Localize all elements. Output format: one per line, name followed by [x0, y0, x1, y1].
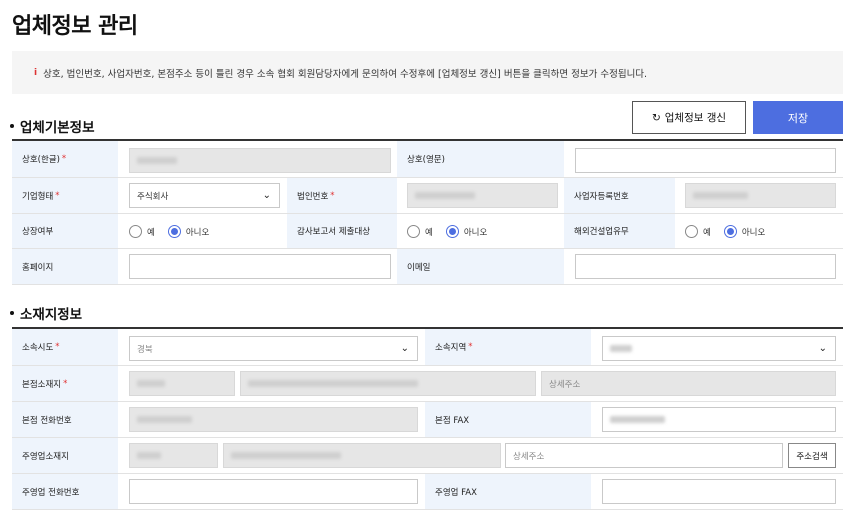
label-biz-no: 사업자등록번호 — [564, 178, 675, 213]
radio-yes[interactable] — [685, 225, 698, 238]
save-button[interactable]: 저장 — [753, 101, 843, 134]
label-email: 이메일 — [397, 249, 564, 284]
table-row: 홈페이지 이메일 — [12, 249, 843, 285]
hq-zipcode-field — [129, 371, 235, 396]
info-icon: i — [34, 67, 38, 78]
audit-radio-group: 예 아니오 — [407, 225, 500, 238]
bullet-icon — [10, 311, 14, 315]
page-title: 업체정보 관리 — [12, 14, 138, 39]
label-company-type: 기업형태 * — [12, 178, 118, 213]
main-zipcode-field — [129, 443, 218, 468]
redacted-value — [231, 452, 341, 459]
section-title-location-text: 소재지정보 — [20, 307, 83, 323]
required-mark: * — [330, 190, 335, 201]
required-mark: * — [55, 190, 60, 201]
listed-no-option[interactable]: 아니오 — [167, 225, 209, 238]
label-region: 소속지역 * — [425, 329, 591, 365]
redacted-value — [415, 192, 475, 199]
overseas-yes-option[interactable]: 예 — [685, 225, 711, 238]
label-hq-phone: 본점 전화번호 — [12, 402, 118, 437]
refresh-icon: ↻ — [651, 111, 661, 124]
radio-no-selected[interactable] — [723, 225, 737, 238]
label-province: 소속시도 * — [12, 329, 118, 365]
hq-detail-address-field: 상세주소 — [541, 371, 836, 396]
table-row: 상장여부 예 아니오 감사보고서 제출대상 예 아니오 해외건설업유무 예 아니… — [12, 214, 843, 249]
table-row: 소속시도 * 경북 ⌄ 소속지역 * ⌄ — [12, 329, 843, 366]
corp-no-field — [407, 183, 558, 208]
notice-box: i 상호, 법인번호, 사업자번호, 본점주소 등이 틀린 경우 소속 협회 회… — [12, 51, 843, 94]
biz-no-field — [685, 183, 836, 208]
radio-yes[interactable] — [407, 225, 420, 238]
label-name-ko: 상호(한글) * — [12, 141, 118, 177]
location-info-table: 소속시도 * 경북 ⌄ 소속지역 * ⌄ 본점소재지 * 상세주소 본점 전화번호 — [12, 327, 843, 510]
province-select[interactable]: 경북 ⌄ — [129, 336, 418, 361]
redacted-value — [137, 416, 192, 423]
section-title-basic: 업체기본정보 — [10, 116, 95, 136]
table-row: 상호(한글) * 상호(영문) — [12, 141, 843, 178]
hq-phone-field — [129, 407, 418, 432]
label-main-address: 주영업소재지 — [12, 438, 118, 473]
label-corp-no: 법인번호 * — [287, 178, 397, 213]
overseas-radio-group: 예 아니오 — [685, 225, 778, 238]
label-name-en: 상호(영문) — [397, 141, 564, 177]
main-fax-input[interactable] — [602, 479, 836, 504]
email-input[interactable] — [575, 254, 836, 279]
chevron-down-icon: ⌄ — [262, 190, 271, 201]
redacted-value — [137, 380, 165, 387]
main-detail-address-input[interactable]: 상세주소 — [505, 443, 783, 468]
table-row: 주영업 전화번호 주영업 FAX — [12, 474, 843, 510]
chevron-down-icon: ⌄ — [818, 343, 827, 354]
label-hq-fax: 본점 FAX — [425, 402, 591, 437]
bullet-icon — [10, 124, 14, 128]
redacted-value — [137, 157, 177, 164]
listed-radio-group: 예 아니오 — [129, 225, 222, 238]
radio-no-selected[interactable] — [167, 225, 181, 238]
label-listed: 상장여부 — [12, 214, 118, 248]
redacted-value — [137, 452, 161, 459]
main-address-field — [223, 443, 501, 468]
main-phone-input[interactable] — [129, 479, 418, 504]
overseas-no-option[interactable]: 아니오 — [723, 225, 765, 238]
table-row: 본점 전화번호 본점 FAX — [12, 402, 843, 438]
name-ko-field — [129, 148, 391, 173]
listed-yes-option[interactable]: 예 — [129, 225, 155, 238]
required-mark: * — [61, 154, 67, 164]
radio-yes[interactable] — [129, 225, 142, 238]
label-audit: 감사보고서 제출대상 — [287, 214, 397, 248]
redacted-value — [248, 380, 418, 387]
section-title-location: 소재지정보 — [10, 303, 82, 323]
basic-info-table: 상호(한글) * 상호(영문) 기업형태 * 주식회사 ⌄ 법인번호 * 사업자등록번… — [12, 139, 843, 285]
label-main-fax: 주영업 FAX — [425, 474, 591, 509]
label-hq-address: 본점소재지 * — [12, 366, 118, 401]
table-row: 본점소재지 * 상세주소 — [12, 366, 843, 402]
audit-yes-option[interactable]: 예 — [407, 225, 433, 238]
name-en-input[interactable] — [575, 148, 836, 173]
label-overseas: 해외건설업유무 — [564, 214, 675, 248]
redacted-value — [693, 192, 748, 199]
redacted-value — [610, 416, 665, 423]
company-type-select[interactable]: 주식회사 ⌄ — [129, 183, 280, 208]
table-row: 주영업소재지 상세주소 주소검색 — [12, 438, 843, 474]
redacted-value — [610, 345, 632, 352]
label-homepage: 홈페이지 — [12, 249, 118, 284]
required-mark: * — [55, 342, 60, 352]
homepage-input[interactable] — [129, 254, 391, 279]
audit-no-option[interactable]: 아니오 — [445, 225, 487, 238]
required-mark: * — [63, 378, 68, 389]
radio-no-selected[interactable] — [445, 225, 459, 238]
hq-fax-input[interactable] — [602, 407, 836, 432]
hq-address-field — [240, 371, 536, 396]
required-mark: * — [468, 342, 473, 352]
notice-text: 상호, 법인번호, 사업자번호, 본점주소 등이 틀린 경우 소속 협회 회원담… — [43, 68, 648, 80]
label-main-phone: 주영업 전화번호 — [12, 474, 118, 509]
section-title-basic-text: 업체기본정보 — [20, 120, 95, 136]
chevron-down-icon: ⌄ — [400, 343, 409, 354]
table-row: 기업형태 * 주식회사 ⌄ 법인번호 * 사업자등록번호 — [12, 178, 843, 214]
address-search-button[interactable]: 주소검색 — [788, 443, 836, 468]
refresh-label: 업체정보 갱신 — [664, 112, 727, 124]
refresh-company-info-button[interactable]: ↻ 업체정보 갱신 — [632, 101, 746, 134]
region-select[interactable]: ⌄ — [602, 336, 836, 361]
